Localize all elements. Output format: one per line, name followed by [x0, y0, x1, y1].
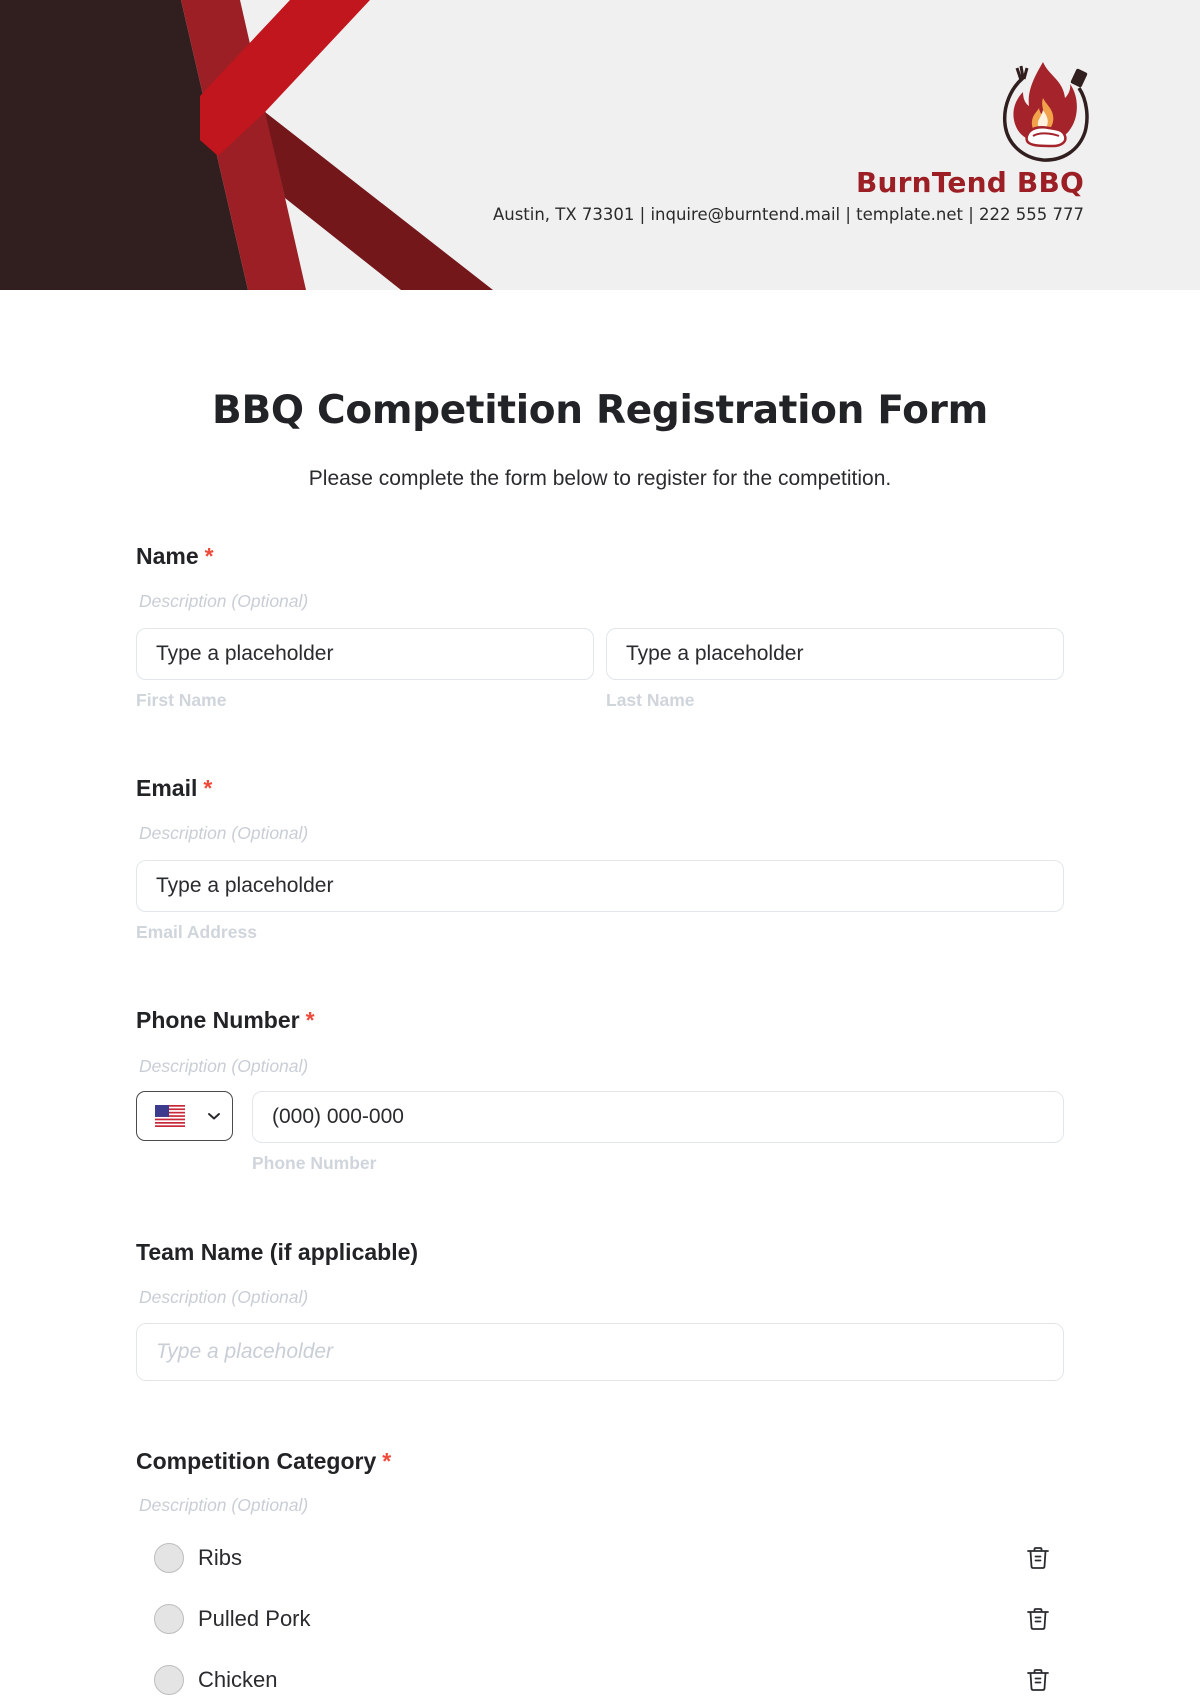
phone-sublabel: Phone Number [252, 1153, 377, 1173]
first-name-sublabel: First Name [136, 690, 227, 710]
team-name-placeholder: Type a placeholder [156, 1340, 334, 1363]
category-option[interactable]: Ribs [154, 1540, 1064, 1576]
competition-category-label: Competition Category * [136, 1448, 391, 1475]
first-name-placeholder: Type a placeholder [156, 642, 334, 665]
name-label-text: Name [136, 543, 199, 569]
radio-button[interactable] [154, 1665, 184, 1695]
required-marker: * [382, 1448, 392, 1474]
last-name-sublabel: Last Name [606, 690, 695, 710]
competition-category-label-text: Competition Category [136, 1448, 377, 1474]
radio-button[interactable] [154, 1604, 184, 1634]
option-label: Pulled Pork [198, 1606, 311, 1631]
last-name-input[interactable]: Type a placeholder [606, 628, 1064, 680]
flame-grill-logo-icon [1002, 62, 1089, 162]
phone-description[interactable]: Description (Optional) [139, 1056, 308, 1077]
contact-info: Austin, TX 73301 | inquire@burntend.mail… [492, 205, 1084, 224]
name-label: Name * [136, 543, 214, 570]
competition-category-description[interactable]: Description (Optional) [139, 1495, 308, 1516]
country-code-select[interactable] [136, 1091, 233, 1141]
trash-icon[interactable] [1024, 1544, 1052, 1572]
option-label: Chicken [198, 1667, 278, 1692]
required-marker: * [203, 775, 213, 801]
team-name-input[interactable]: Type a placeholder [136, 1323, 1064, 1381]
brand-name: BurnTend BBQ [856, 166, 1084, 199]
email-placeholder: Type a placeholder [156, 874, 334, 897]
category-option[interactable]: Chicken [154, 1662, 1064, 1698]
form-subtitle: Please complete the form below to regist… [308, 467, 892, 490]
last-name-placeholder: Type a placeholder [626, 642, 804, 665]
required-marker: * [204, 543, 214, 569]
email-description[interactable]: Description (Optional) [139, 823, 308, 844]
radio-button[interactable] [154, 1543, 184, 1573]
name-description[interactable]: Description (Optional) [139, 591, 308, 612]
trash-icon[interactable] [1024, 1666, 1052, 1694]
first-name-input[interactable]: Type a placeholder [136, 628, 594, 680]
phone-placeholder: (000) 000-000 [272, 1105, 404, 1128]
team-name-description[interactable]: Description (Optional) [139, 1287, 308, 1308]
us-flag-icon [155, 1105, 185, 1127]
email-sublabel: Email Address [136, 922, 257, 942]
team-name-label: Team Name (if applicable) [136, 1239, 419, 1265]
email-label: Email * [136, 775, 212, 802]
email-input[interactable]: Type a placeholder [136, 860, 1064, 912]
phone-label-text: Phone Number [136, 1007, 300, 1033]
email-label-text: Email [136, 775, 198, 801]
header-banner: BurnTend BBQ Austin, TX 73301 | inquire@… [0, 0, 1200, 290]
phone-label: Phone Number * [136, 1007, 315, 1034]
required-marker: * [305, 1007, 315, 1033]
option-label: Ribs [198, 1545, 243, 1570]
form-title: BBQ Competition Registration Form [212, 388, 988, 433]
category-option[interactable]: Pulled Pork [154, 1601, 1064, 1637]
trash-icon[interactable] [1024, 1605, 1052, 1633]
phone-input[interactable]: (000) 000-000 [252, 1091, 1064, 1143]
chevron-down-icon [208, 1113, 220, 1120]
